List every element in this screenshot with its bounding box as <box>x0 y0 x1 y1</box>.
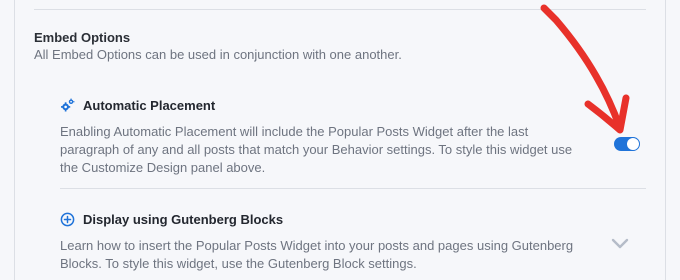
chevron-down-icon[interactable] <box>610 238 630 250</box>
option-description: Learn how to insert the Popular Posts Wi… <box>60 238 574 271</box>
option-title: Display using Gutenberg Blocks <box>83 211 284 227</box>
section-description: All Embed Options can be used in conjunc… <box>34 47 402 62</box>
option-description: Enabling Automatic Placement will includ… <box>60 124 573 175</box>
option-gutenberg-blocks: Display using Gutenberg Blocks Learn how… <box>60 210 640 273</box>
toggle-knob <box>627 138 639 150</box>
option-automatic-placement: Automatic Placement Enabling Automatic P… <box>60 96 640 177</box>
plus-circle-icon <box>60 212 75 227</box>
section-title: Embed Options <box>34 30 131 45</box>
option-header: Display using Gutenberg Blocks <box>60 210 640 228</box>
option-title: Automatic Placement <box>83 97 216 113</box>
panel-border-left <box>14 0 15 280</box>
option-header: Automatic Placement <box>60 96 640 114</box>
option-divider <box>60 188 646 189</box>
gears-icon <box>60 98 75 113</box>
section-divider-top <box>34 9 646 10</box>
panel-border-right <box>665 0 666 280</box>
automatic-placement-toggle[interactable] <box>614 137 640 151</box>
